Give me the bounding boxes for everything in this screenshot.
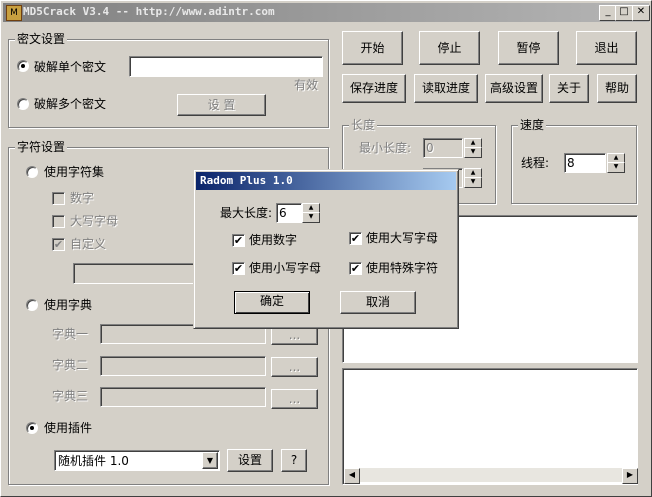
dict3-label: 字典三 xyxy=(52,389,89,403)
log-panel[interactable]: ◀ ▶ xyxy=(342,368,638,485)
dict3-input[interactable] xyxy=(100,387,266,407)
dialog-ok-button[interactable]: 确定 xyxy=(234,291,310,314)
dict2-browse-button[interactable]: ... xyxy=(271,357,318,377)
max-len-input[interactable]: 6 xyxy=(276,203,302,223)
use-special-label: 使用特殊字符 xyxy=(366,261,439,275)
plugin-select-value: 随机插件 1.0 xyxy=(58,454,129,468)
multi-cipher-radio[interactable] xyxy=(17,98,29,110)
length-group-title: 长度 xyxy=(349,118,378,132)
cipher-input[interactable] xyxy=(129,56,323,77)
exit-button[interactable]: 退出 xyxy=(576,31,637,65)
single-cipher-label: 破解单个密文 xyxy=(34,60,107,74)
app-icon: M xyxy=(6,5,22,21)
max-len-spinner[interactable]: ▲ ▼ xyxy=(302,203,320,223)
upper-label: 大写字母 xyxy=(70,214,119,228)
use-charset-radio[interactable] xyxy=(26,166,38,178)
help-button[interactable]: 帮助 xyxy=(597,74,637,103)
custom-checkbox[interactable]: ✔ xyxy=(52,238,65,251)
pause-button[interactable]: 暂停 xyxy=(498,31,559,65)
speed-group-title: 速度 xyxy=(518,118,547,132)
threads-value: 8 xyxy=(567,156,575,170)
min-length-input[interactable]: 0 xyxy=(423,138,463,158)
use-upper-label: 使用大写字母 xyxy=(366,231,439,245)
threads-input[interactable]: 8 xyxy=(564,153,606,173)
use-digits-checkbox[interactable]: ✔ xyxy=(232,234,245,247)
cipher-group-title: 密文设置 xyxy=(15,32,68,46)
min-length-label: 最小长度: xyxy=(359,141,412,155)
plugin-help-button[interactable]: ? xyxy=(281,449,307,472)
spin-down-icon[interactable]: ▼ xyxy=(464,177,482,188)
use-digits-label: 使用数字 xyxy=(249,233,298,247)
spin-down-icon[interactable]: ▼ xyxy=(302,212,320,223)
single-cipher-radio[interactable] xyxy=(17,60,29,72)
title-bar[interactable]: M MD5Crack V3.4 -- http://www.adintr.com… xyxy=(3,3,650,22)
about-button[interactable]: 关于 xyxy=(549,74,589,103)
use-dict-radio[interactable] xyxy=(26,299,38,311)
use-plugin-radio[interactable] xyxy=(26,422,38,434)
scroll-right-icon[interactable]: ▶ xyxy=(622,468,638,484)
max-len-label: 最大长度: xyxy=(220,206,273,220)
digits-label: 数字 xyxy=(70,191,95,205)
use-lower-checkbox[interactable]: ✔ xyxy=(232,262,245,275)
cipher-group: 密文设置 xyxy=(8,32,329,128)
dropdown-arrow-icon[interactable]: ▼ xyxy=(202,452,218,469)
load-progress-button[interactable]: 读取进度 xyxy=(414,74,478,103)
plugin-dialog: Radom Plus 1.0 最大长度: 6 ▲ ▼ ✔ 使用数字 ✔ 使用大写字… xyxy=(193,169,459,329)
threads-spinner[interactable]: ▲ ▼ xyxy=(607,153,625,173)
use-plugin-label: 使用插件 xyxy=(44,421,93,435)
dict2-label: 字典二 xyxy=(52,358,89,372)
dict1-label: 字典一 xyxy=(52,327,89,341)
min-length-spinner[interactable]: ▲ ▼ xyxy=(464,138,482,158)
dict2-input[interactable] xyxy=(100,356,266,376)
max-len-value: 6 xyxy=(279,206,287,220)
window-title: MD5Crack V3.4 -- http://www.adintr.com xyxy=(23,5,275,18)
stop-button[interactable]: 停止 xyxy=(419,31,480,65)
use-dict-label: 使用字典 xyxy=(44,298,93,312)
use-special-checkbox[interactable]: ✔ xyxy=(349,262,362,275)
custom-charset-input[interactable] xyxy=(73,263,203,284)
maximize-icon[interactable]: □ xyxy=(615,5,633,21)
start-button[interactable]: 开始 xyxy=(342,31,403,65)
dict3-browse-button[interactable]: ... xyxy=(271,389,318,409)
threads-label: 线程: xyxy=(521,156,550,170)
close-icon[interactable]: ✕ xyxy=(632,5,650,21)
save-progress-button[interactable]: 保存进度 xyxy=(342,74,406,103)
use-charset-label: 使用字符集 xyxy=(44,165,105,179)
multi-cipher-label: 破解多个密文 xyxy=(34,97,107,111)
plugin-settings-button[interactable]: 设置 xyxy=(227,449,273,472)
use-upper-checkbox[interactable]: ✔ xyxy=(349,232,362,245)
spin-down-icon[interactable]: ▼ xyxy=(464,147,482,158)
min-length-value: 0 xyxy=(426,141,434,155)
custom-label: 自定义 xyxy=(70,237,107,251)
charset-group-title: 字符设置 xyxy=(15,140,68,154)
digits-checkbox[interactable] xyxy=(52,192,65,205)
main-window: M MD5Crack V3.4 -- http://www.adintr.com… xyxy=(0,0,652,497)
scroll-left-icon[interactable]: ◀ xyxy=(344,468,360,484)
dialog-title[interactable]: Radom Plus 1.0 xyxy=(196,172,456,190)
spin-down-icon[interactable]: ▼ xyxy=(607,162,625,173)
dialog-cancel-button[interactable]: 取消 xyxy=(340,291,416,314)
upper-checkbox[interactable] xyxy=(52,215,65,228)
use-lower-label: 使用小写字母 xyxy=(249,261,322,275)
max-length-spinner[interactable]: ▲ ▼ xyxy=(464,168,482,188)
cipher-status: 有效 xyxy=(294,78,319,92)
cipher-settings-button[interactable]: 设 置 xyxy=(177,94,266,116)
horizontal-scrollbar[interactable]: ◀ ▶ xyxy=(344,468,638,484)
advanced-settings-button[interactable]: 高级设置 xyxy=(485,74,543,103)
plugin-select[interactable]: 随机插件 1.0 ▼ xyxy=(54,450,220,471)
